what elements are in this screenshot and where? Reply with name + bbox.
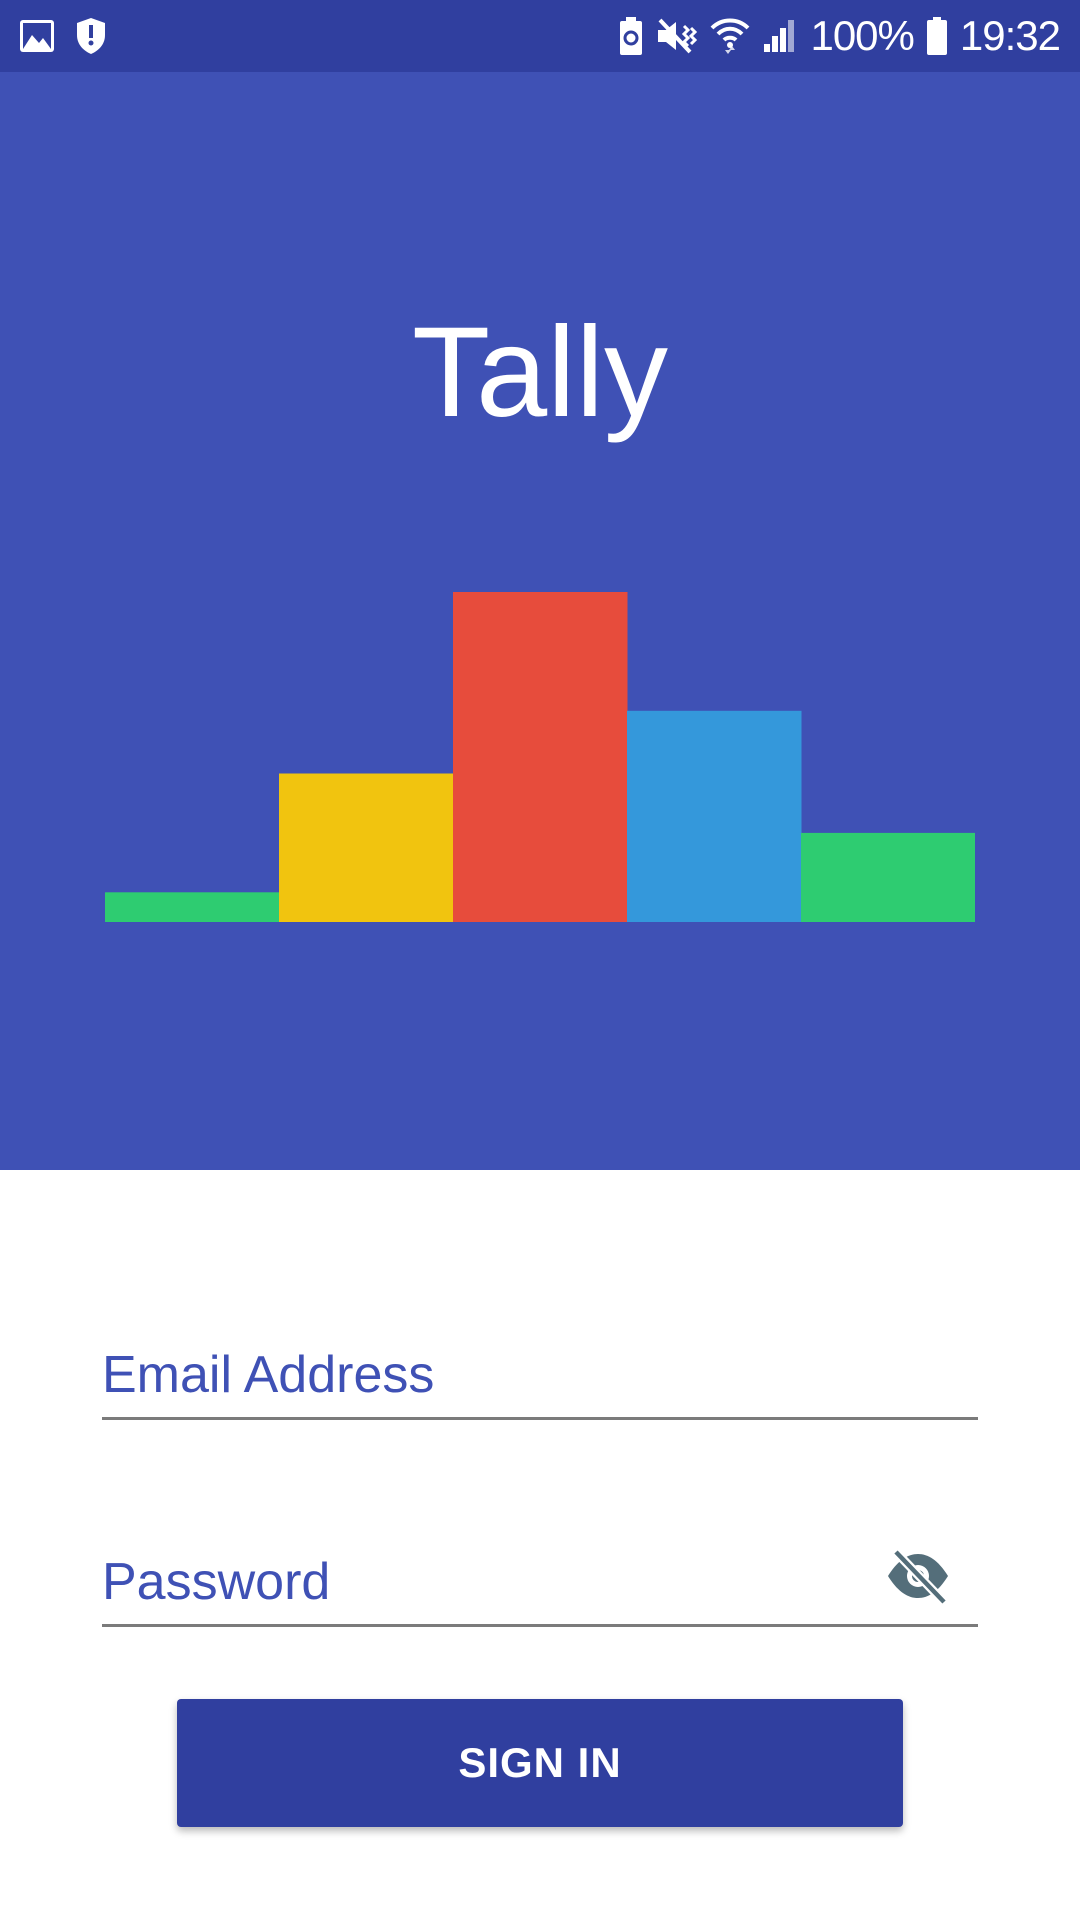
- password-label: Password: [102, 1553, 331, 1611]
- wifi-icon: [710, 16, 750, 56]
- shield-icon: [74, 16, 108, 56]
- clock: 19:32: [959, 12, 1061, 59]
- battery-percent: 100%: [810, 12, 914, 59]
- chart-bar: [279, 773, 454, 922]
- vibrate-mute-icon: [656, 16, 698, 56]
- battery-saver-icon: [618, 16, 644, 56]
- tally-logo-chart: [105, 592, 975, 922]
- email-field[interactable]: Email Address: [102, 1330, 978, 1420]
- chart-bar: [801, 832, 975, 922]
- image-icon: [18, 18, 56, 54]
- status-bar: 100% 19:32: [0, 0, 1080, 72]
- chart-bar: [627, 710, 802, 922]
- chart-bar: [105, 892, 280, 922]
- app-title: Tally: [411, 301, 669, 444]
- signal-icon: [762, 18, 798, 54]
- visibility-off-icon[interactable]: [882, 1546, 954, 1606]
- battery-icon: [926, 16, 948, 56]
- chart-bar: [453, 592, 628, 922]
- status-right-icons: 100% 19:32: [618, 12, 1061, 59]
- password-field[interactable]: Password: [102, 1533, 978, 1627]
- sign-in-button[interactable]: SIGN IN: [177, 1699, 903, 1827]
- hero-header: Tally: [0, 72, 1080, 1170]
- email-label: Email Address: [102, 1346, 435, 1404]
- status-left-icons: [18, 16, 108, 56]
